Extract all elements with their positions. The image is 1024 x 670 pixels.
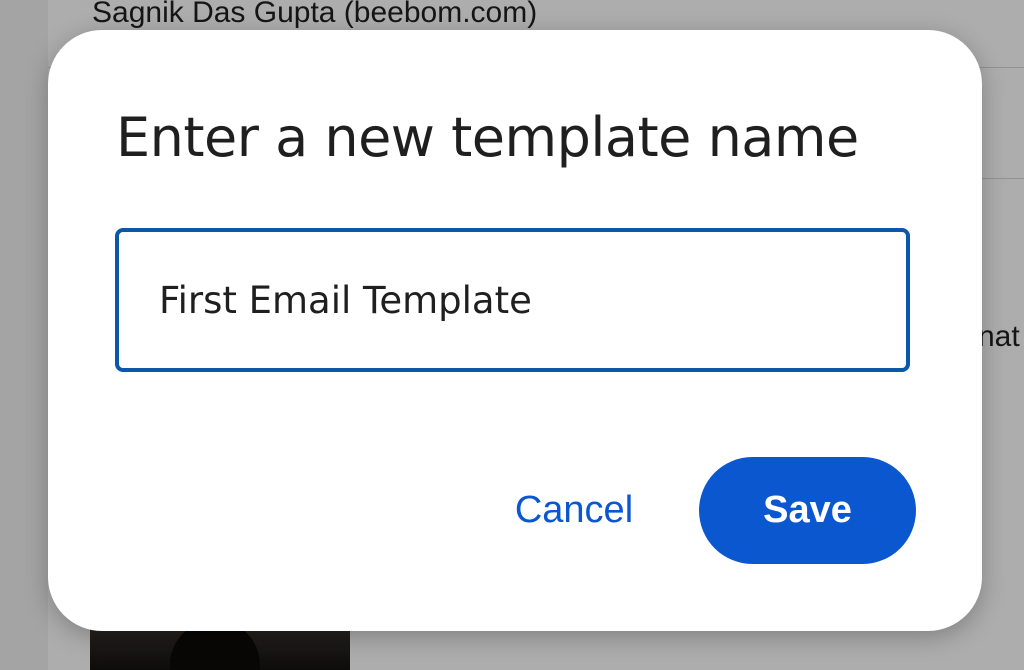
template-name-input[interactable] [119,232,906,368]
template-name-input-container[interactable] [115,228,910,372]
save-button[interactable]: Save [699,457,916,564]
dialog-title: Enter a new template name [116,106,859,169]
cancel-button[interactable]: Cancel [504,456,644,564]
template-name-dialog: Enter a new template name Cancel Save [48,30,982,631]
